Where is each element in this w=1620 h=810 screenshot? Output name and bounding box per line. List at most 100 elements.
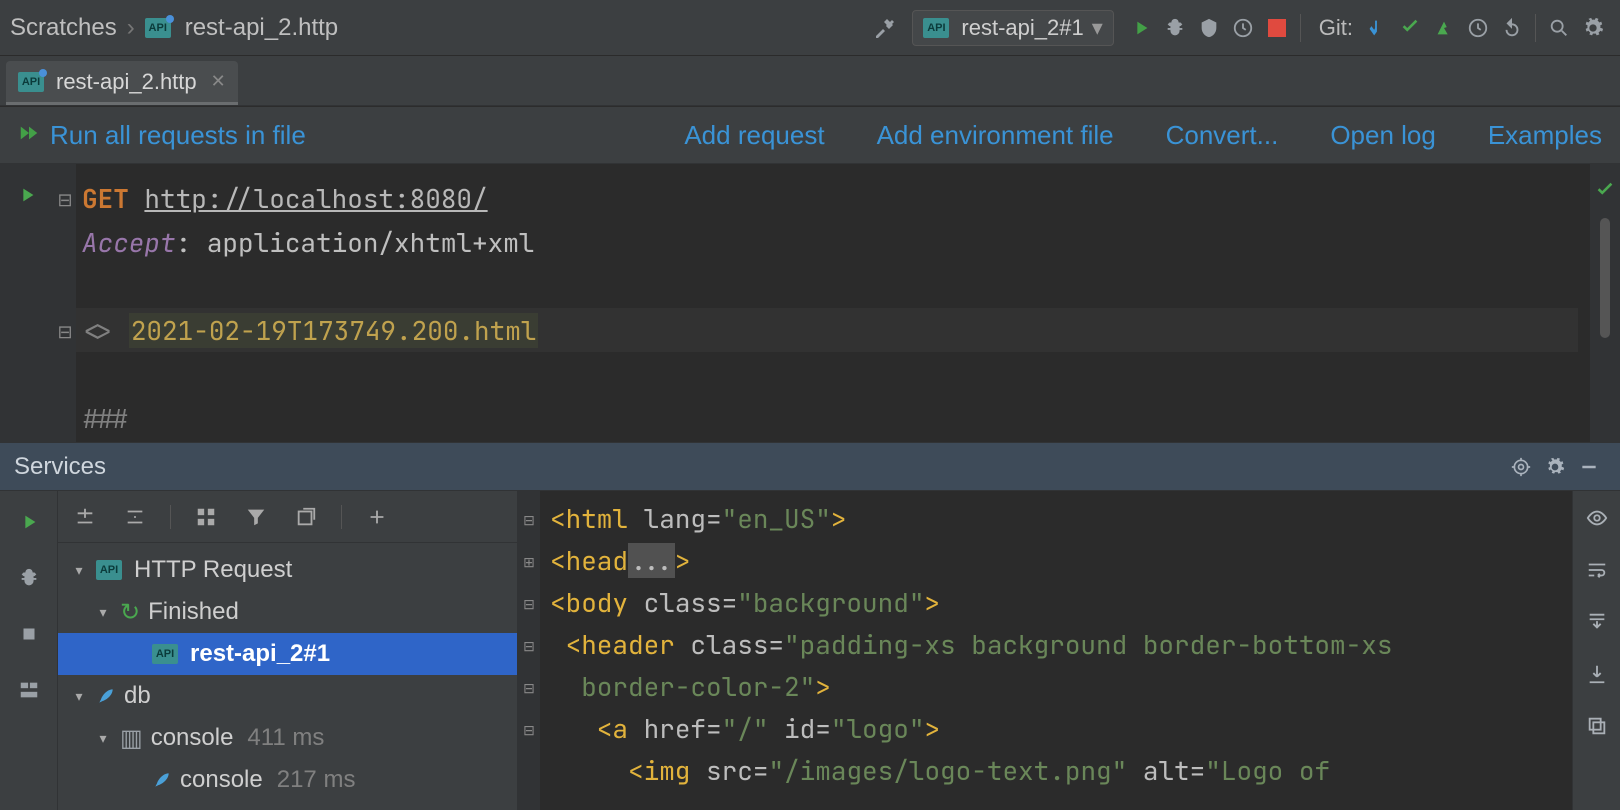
response-viewer[interactable]: ⊟ ⊞ ⊟ ⊟ ⊟ ⊟ <html lang="en_US"> <head...… xyxy=(518,491,1572,810)
services-panel: ▾ API HTTP Request ▾ ↻ Finished API rest… xyxy=(0,490,1620,810)
response-side-toolbar xyxy=(1572,491,1620,810)
git-label: Git: xyxy=(1319,15,1353,41)
http-method: GET xyxy=(82,181,129,216)
code-editor[interactable]: ⊟ ⊟ GET http://localhost:8080/ Accept: a… xyxy=(0,164,1620,442)
request-separator: ### xyxy=(82,401,129,436)
soft-wrap-icon[interactable] xyxy=(1580,553,1614,587)
settings-icon[interactable] xyxy=(1576,11,1610,45)
examples-button[interactable]: Examples xyxy=(1488,120,1602,151)
tree-label: console xyxy=(151,724,234,752)
fold-handle-icon[interactable]: ⊟ xyxy=(523,709,535,751)
editor-tab[interactable]: API rest-api_2.http ✕ xyxy=(6,61,238,105)
tree-time: 217 ms xyxy=(277,766,356,794)
expand-all-icon[interactable] xyxy=(68,500,102,534)
services-panel-header: Services xyxy=(0,442,1620,490)
build-icon[interactable] xyxy=(868,11,902,45)
chevron-down-icon: ▾ xyxy=(70,688,88,705)
layout-icon[interactable] xyxy=(12,673,46,707)
open-new-tab-icon[interactable] xyxy=(289,500,323,534)
tree-node-finished[interactable]: ▾ ↻ Finished xyxy=(58,591,517,633)
editor-tabs: API rest-api_2.http ✕ xyxy=(0,56,1620,106)
add-env-file-button[interactable]: Add environment file xyxy=(877,120,1114,151)
api-file-icon: API xyxy=(18,72,44,92)
tab-label: rest-api_2.http xyxy=(56,69,197,95)
separator xyxy=(1535,14,1536,42)
breadcrumb-file[interactable]: rest-api_2.http xyxy=(185,14,338,42)
profile-icon[interactable] xyxy=(1226,11,1260,45)
debug-icon[interactable] xyxy=(12,561,46,595)
add-request-button[interactable]: Add request xyxy=(684,120,824,151)
fold-handle-icon[interactable]: ⊟ xyxy=(523,499,535,541)
inspection-ok-icon[interactable] xyxy=(1588,174,1620,208)
fold-handle-icon[interactable]: ⊟ xyxy=(523,625,535,667)
api-file-icon: API xyxy=(145,18,171,38)
search-icon[interactable] xyxy=(1542,11,1576,45)
services-tree-panel: ▾ API HTTP Request ▾ ↻ Finished API rest… xyxy=(58,491,518,810)
copy-icon[interactable] xyxy=(1580,709,1614,743)
tree-node-console-item[interactable]: console 217 ms xyxy=(58,759,517,801)
services-tree-toolbar xyxy=(58,491,517,543)
export-icon[interactable] xyxy=(1580,657,1614,691)
tree-node-console-group[interactable]: ▾ ▥ console 411 ms xyxy=(58,717,517,759)
fold-expand-icon[interactable]: ⊞ xyxy=(523,541,535,583)
coverage-icon[interactable] xyxy=(1192,11,1226,45)
run-request-gutter-icon[interactable] xyxy=(10,178,44,212)
code-area[interactable]: GET http://localhost:8080/ Accept: appli… xyxy=(76,164,1590,442)
run-icon[interactable] xyxy=(1124,11,1158,45)
tree-label: db xyxy=(124,682,151,710)
git-commit-icon[interactable] xyxy=(1393,11,1427,45)
api-file-icon: API xyxy=(152,644,178,664)
run-all-icon xyxy=(18,120,40,151)
tree-node-run-item[interactable]: API rest-api_2#1 xyxy=(58,633,517,675)
separator xyxy=(170,505,171,529)
scrollbar-thumb[interactable] xyxy=(1600,218,1610,338)
target-icon[interactable] xyxy=(1504,457,1538,477)
run-config-label: rest-api_2#1 xyxy=(961,15,1083,41)
console-icon: ▥ xyxy=(120,724,143,753)
http-header-name: Accept xyxy=(82,225,176,260)
stop-grey-icon[interactable] xyxy=(12,617,46,651)
git-update-icon[interactable] xyxy=(1359,11,1393,45)
add-icon[interactable] xyxy=(360,500,394,534)
fold-handle-icon[interactable]: ⊟ xyxy=(523,667,535,709)
git-push-icon[interactable] xyxy=(1427,11,1461,45)
feather-icon xyxy=(152,770,172,790)
editor-run-gutter xyxy=(0,164,54,442)
response-file-link[interactable]: 2021-02-19T173749.200.html xyxy=(129,313,539,348)
open-log-button[interactable]: Open log xyxy=(1330,120,1436,151)
fold-handle-icon[interactable]: ⊟ xyxy=(54,178,76,222)
minimize-icon[interactable] xyxy=(1572,457,1606,477)
group-icon[interactable] xyxy=(189,500,223,534)
fold-handle-icon[interactable]: ⊟ xyxy=(54,310,76,354)
editor-right-gutter xyxy=(1590,164,1620,442)
feather-icon xyxy=(96,686,116,706)
convert-button[interactable]: Convert... xyxy=(1166,120,1279,151)
close-icon[interactable]: ✕ xyxy=(211,71,226,92)
preview-icon[interactable] xyxy=(1580,501,1614,535)
tree-node-db[interactable]: ▾ db xyxy=(58,675,517,717)
chevron-down-icon: ▾ xyxy=(1092,15,1103,41)
git-history-icon[interactable] xyxy=(1461,11,1495,45)
services-tree[interactable]: ▾ API HTTP Request ▾ ↻ Finished API rest… xyxy=(58,543,517,810)
separator xyxy=(1300,14,1301,42)
collapse-all-icon[interactable] xyxy=(118,500,152,534)
response-code[interactable]: <html lang="en_US"> <head...> <body clas… xyxy=(540,491,1572,810)
git-rollback-icon[interactable] xyxy=(1495,11,1529,45)
http-header-value: application/xhtml+xml xyxy=(207,225,535,260)
fold-handle-icon[interactable]: ⊟ xyxy=(523,583,535,625)
debug-icon[interactable] xyxy=(1158,11,1192,45)
run-config-selector[interactable]: API rest-api_2#1 ▾ xyxy=(912,10,1113,46)
tree-time: 411 ms xyxy=(247,724,324,752)
run-all-label: Run all requests in file xyxy=(50,120,306,151)
top-toolbar: Scratches › API rest-api_2.http API rest… xyxy=(0,0,1620,56)
tree-node-http-request[interactable]: ▾ API HTTP Request xyxy=(58,549,517,591)
http-url: http://localhost:8080/ xyxy=(144,181,487,216)
chevron-down-icon: ▾ xyxy=(70,562,88,579)
scroll-to-end-icon[interactable] xyxy=(1580,605,1614,639)
breadcrumb-root[interactable]: Scratches xyxy=(10,14,117,42)
stop-icon[interactable] xyxy=(1260,11,1294,45)
filter-icon[interactable] xyxy=(239,500,273,534)
rerun-icon[interactable] xyxy=(12,505,46,539)
run-all-requests-button[interactable]: Run all requests in file xyxy=(18,120,306,151)
settings-icon[interactable] xyxy=(1538,457,1572,477)
